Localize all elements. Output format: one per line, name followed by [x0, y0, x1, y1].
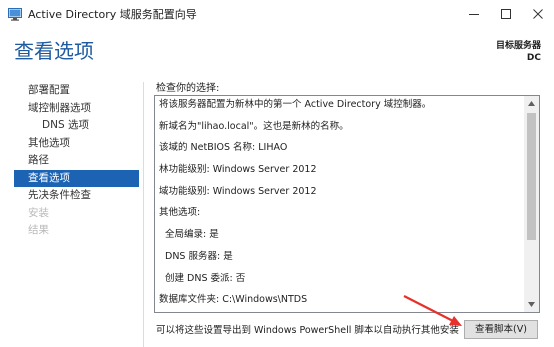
nav-item-dc-options[interactable]: 域控制器选项: [14, 100, 139, 118]
review-lines: 将该服务器配置为新林中的第一个 Active Directory 域控制器。 新…: [159, 96, 521, 312]
maximize-icon: [501, 9, 511, 19]
nav-item-results: 结果: [28, 224, 49, 236]
scrollbar-thumb[interactable]: [527, 113, 536, 240]
review-textbox[interactable]: 将该服务器配置为新林中的第一个 Active Directory 域控制器。 新…: [154, 95, 540, 313]
nav-divider: [143, 82, 144, 347]
review-line: 新域名为"lihao.local"。这也是新林的名称。: [159, 120, 349, 132]
wizard-nav: 部署配置 域控制器选项 DNS 选项 其他选项 路径 查看选项 先决条件检查 安…: [14, 82, 139, 240]
nav-item-additional-options[interactable]: 其他选项: [14, 135, 139, 153]
review-label: 检查你的选择:: [156, 83, 220, 94]
minimize-button[interactable]: [458, 0, 490, 28]
chevron-down-icon: [528, 302, 535, 307]
scroll-down-button[interactable]: [524, 297, 539, 312]
review-line: 创建 DNS 委派: 否: [165, 272, 246, 284]
review-line: 其他选项:: [159, 207, 201, 219]
review-line: 将该服务器配置为新林中的第一个 Active Directory 域控制器。: [159, 99, 432, 110]
page-title: 查看选项: [14, 39, 94, 63]
nav-item-installation: 安装: [28, 206, 49, 219]
title-bar: Active Directory 域服务配置向导: [0, 0, 554, 30]
server-wizard-icon: [8, 8, 22, 21]
scroll-up-button[interactable]: [524, 96, 539, 111]
review-line: 数据库文件夹: C:\Windows\NTDS: [159, 294, 308, 306]
close-icon: [533, 9, 543, 19]
close-button[interactable]: [522, 0, 554, 28]
review-line: 该域的 NetBIOS 名称: LIHAO: [159, 142, 288, 154]
nav-item-dns-options[interactable]: DNS 选项: [14, 117, 139, 135]
nav-item-paths[interactable]: 路径: [14, 152, 139, 170]
minimize-icon: [469, 14, 479, 15]
review-line: 全局编录: 是: [165, 229, 219, 241]
maximize-button[interactable]: [490, 0, 522, 28]
view-script-button[interactable]: 查看脚本(V): [464, 320, 538, 339]
window-title: Active Directory 域服务配置向导: [28, 8, 197, 21]
nav-item-deployment-config[interactable]: 部署配置: [14, 82, 139, 100]
review-line: DNS 服务器: 是: [165, 250, 233, 262]
export-hint-text: 可以将这些设置导出到 Windows PowerShell 脚本以自动执行其他安…: [156, 325, 459, 336]
chevron-up-icon: [528, 101, 535, 106]
review-line: 林功能级别: Windows Server 2012: [159, 164, 317, 176]
review-scrollbar[interactable]: [524, 96, 539, 312]
nav-item-prerequisites-check[interactable]: 先决条件检查: [14, 187, 139, 205]
target-server-value: DC: [526, 53, 541, 63]
nav-item-review-options[interactable]: 查看选项: [14, 169, 139, 187]
review-line: 域功能级别: Windows Server 2012: [159, 185, 317, 197]
target-server-label: 目标服务器: [495, 41, 541, 51]
